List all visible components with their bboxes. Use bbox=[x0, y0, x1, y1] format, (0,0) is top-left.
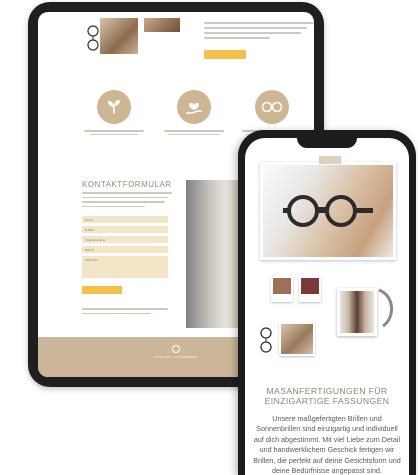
phone-screen: MASANFERTIGUNGEN FÜR EINZIGARTIGE FASSUN… bbox=[245, 138, 409, 475]
seedling-icon bbox=[108, 100, 120, 114]
subject-field[interactable]: Betreff bbox=[82, 246, 168, 253]
logo-icon bbox=[172, 345, 180, 353]
trial-frame-icon bbox=[283, 195, 373, 227]
feature-caption bbox=[158, 130, 230, 135]
contact-note bbox=[82, 308, 168, 317]
feature-caption bbox=[78, 130, 150, 135]
phone-notch bbox=[297, 138, 357, 148]
name-field[interactable]: Name bbox=[82, 216, 168, 223]
section-body: Unsere maßgefertigten Brillen und Sonnen… bbox=[253, 414, 401, 475]
email-field[interactable]: E-Mail bbox=[82, 226, 168, 233]
glasses-icon bbox=[261, 101, 283, 113]
temple-arm-icon bbox=[378, 288, 393, 328]
contact-form: Name E-Mail Telefonnummer Betreff Nachri… bbox=[82, 216, 168, 294]
contact-description bbox=[82, 192, 172, 210]
feature-sustainability bbox=[78, 90, 150, 137]
hand-heart-icon bbox=[186, 102, 202, 114]
submit-button[interactable] bbox=[82, 286, 122, 294]
glasses-icon bbox=[87, 25, 99, 51]
phone-field[interactable]: Telefonnummer bbox=[82, 236, 168, 243]
intro-cta-button[interactable] bbox=[204, 50, 246, 59]
color-swatch-card bbox=[299, 276, 321, 302]
intro-paragraph bbox=[204, 22, 314, 42]
glasses-icon bbox=[260, 327, 272, 353]
message-field[interactable]: Nachricht bbox=[82, 256, 168, 278]
craft-photo bbox=[100, 18, 138, 54]
workshop-photo bbox=[279, 322, 315, 356]
frame-crafting-photo bbox=[337, 288, 377, 336]
feature-circle bbox=[255, 90, 289, 124]
contact-title: KONTAKTFORMULAR bbox=[82, 180, 172, 189]
feature-circle bbox=[97, 90, 131, 124]
color-swatch bbox=[301, 278, 319, 294]
feature-care bbox=[158, 90, 230, 137]
color-swatch bbox=[273, 278, 291, 294]
eye-exam-photo bbox=[260, 162, 396, 260]
phone-device: MASANFERTIGUNGEN FÜR EINZIGARTIGE FASSUN… bbox=[238, 130, 416, 475]
color-swatch-card bbox=[271, 276, 293, 302]
tape-decoration bbox=[319, 156, 341, 164]
section-heading: MASANFERTIGUNGEN FÜR EINZIGARTIGE FASSUN… bbox=[264, 386, 390, 406]
feature-circle bbox=[177, 90, 211, 124]
craft-photo-secondary bbox=[144, 18, 180, 32]
